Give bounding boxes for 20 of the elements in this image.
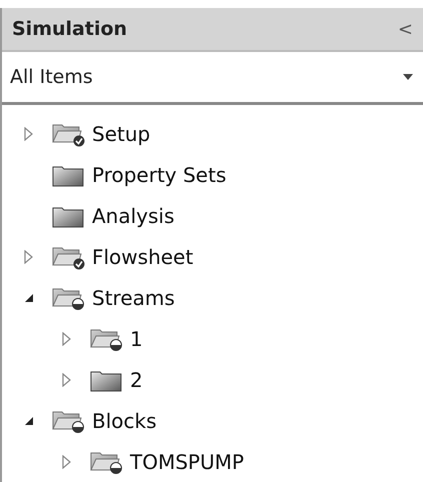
collapse-arrow-icon[interactable] [24, 292, 34, 302]
tree-item[interactable]: Property Sets [92, 162, 226, 186]
collapse-arrow-icon[interactable] [24, 416, 34, 426]
tree-item[interactable]: Flowsheet [92, 244, 194, 268]
tree-item[interactable]: 1 [130, 326, 143, 350]
collapse-button[interactable]: < [398, 18, 413, 40]
tree-item[interactable]: TOMSPUMP [130, 450, 244, 474]
dropdown-caret-icon [403, 74, 413, 80]
expand-arrow-icon[interactable] [24, 126, 34, 140]
expand-arrow-icon[interactable] [24, 250, 34, 264]
tree-item[interactable]: Blocks [92, 408, 157, 432]
filter-dropdown[interactable]: All Items [2, 52, 423, 105]
tree-item[interactable]: 2 [130, 368, 143, 392]
tree-item[interactable]: Analysis [92, 204, 174, 228]
tree-item[interactable]: Setup [92, 122, 150, 146]
pane-title: Simulation [12, 18, 128, 40]
expand-arrow-icon[interactable] [62, 454, 72, 468]
expand-arrow-icon[interactable] [62, 372, 72, 386]
expand-arrow-icon[interactable] [62, 332, 72, 346]
tree-item[interactable]: Streams [92, 286, 175, 310]
